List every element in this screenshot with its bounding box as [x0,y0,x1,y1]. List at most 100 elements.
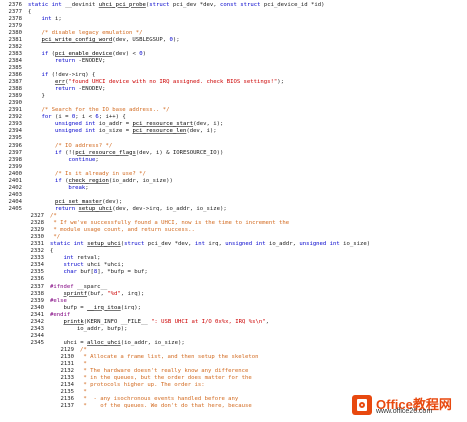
line-text: continue; [28,156,99,163]
code-token: return [54,57,76,64]
line-text: * protocols higher up. The order is: [80,382,205,389]
code-token: (dev, USBLEGSUP, [112,36,170,43]
code-token: ; [95,156,99,163]
code-token: (io_addr, io_size); [120,339,185,346]
code-token: buf[ [76,269,94,276]
line-text: * of the queues. We don't do that here, … [80,403,252,410]
code-token: pci_device_id *id) [260,1,325,8]
code-token: int [73,241,84,248]
code-token: * module usage count, and return success… [50,227,195,234]
line-text: * Allocate a frame list, and then setup … [80,354,259,360]
code-token: unsigned [299,241,327,248]
code-token: (dev, dev->irq, io_addr, io_size); [112,205,227,212]
code-token: io_size) [339,241,371,248]
code-token: int [51,1,62,8]
line-number: 2345 [30,339,44,346]
code-token: (dev) < [112,50,140,57]
code-token: -ENODEV; [75,57,106,64]
code-token: return [54,205,76,212]
line-text: } [28,93,45,100]
code-line: 2394 unsigned int io_size = pci_resource… [0,127,217,135]
code-token: int [329,241,340,248]
code-token: pci_write_config_word [41,36,113,43]
line-text: io_addr, bufp); [50,325,128,332]
code-token: ": USB UHCI at I/O 0x%x, IRQ %s\n" [151,318,266,325]
code-token: alloc_uhci [87,339,121,346]
watermark-url: www.office26.com [376,408,433,415]
office26-watermark: Office教程网 www.office26.com [352,393,465,419]
code-token: io_size = [95,128,133,135]
line-text: return setup_uhci(dev, dev->irq, io_addr… [28,206,227,212]
line-number: 2405 [8,205,22,212]
line-text: char buf[8], *bufp = buf; [50,269,148,276]
line-text: pci_write_config_word(dev, USBLEGSUP, 0)… [28,36,180,43]
code-token: int [194,241,205,248]
code-token: io_addr, [265,241,300,248]
line-number: 2137 [60,403,74,410]
code-token: } [28,93,45,100]
code-token: __devinit [61,1,99,8]
code-token: unsigned [225,241,253,248]
code-token: ) [142,50,146,57]
line-text: * module usage count, and return success… [50,227,195,234]
code-token: struct [124,241,145,248]
code-token: -ENODEV; [75,86,106,93]
code-line: 2137 * of the queues. We don't do that h… [52,402,252,410]
line-text: break; [28,184,89,191]
code-token: pci_resource_len [132,128,187,135]
code-line: 2331 static int setup_uhci(struct pci_dev… [22,240,371,248]
code-token: * Allocate a frame list, and then setup … [80,354,259,360]
code-token: (buf, [87,290,108,297]
code-token: (irq); [120,304,141,311]
code-token: int [41,15,52,22]
line-text: return -ENODEV; [28,57,106,64]
code-token: (dev, i); [186,128,217,135]
code-token: ); [172,36,180,43]
code-token: struct [240,1,261,8]
code-token: int [85,128,96,135]
code-token: , [265,318,269,325]
code-token: return [54,86,76,93]
office-logo-icon [352,395,372,415]
code-token: int [255,241,266,248]
code-token: setup_uhci [87,241,121,248]
line-text: int i; [28,15,62,22]
code-token: * of the queues. We don't do that here, … [80,403,252,410]
code-token: ], *bufp = buf; [97,269,148,276]
line-text: static int __devinit uhci_pci_probe(stru… [28,2,324,8]
code-token: uhci_pci_probe [98,1,146,8]
code-token: sprintf [63,290,88,297]
code-token: break [68,184,86,191]
code-token: unsigned [54,128,82,135]
source-code-view: 2376 static int __devinit uhci_pci_probe(… [0,0,467,422]
code-token: pci_dev *dev, [169,1,221,8]
code-token: const [220,1,237,8]
code-token: "%d" [107,290,121,297]
code-token: ); [277,79,284,86]
line-text: static int setup_uhci(struct pci_dev *de… [50,241,370,247]
code-line: 2345 uhci = alloc_uhci(io_addr, io_size)… [22,339,185,347]
code-token: (dev, i) & IORESOURCE_IO)) [135,149,224,156]
code-token: struct [149,1,170,8]
code-token: irq, [205,241,226,248]
code-token: char [63,269,77,276]
code-token: pci_dev *dev, [144,241,195,248]
code-line: 2376 static int __devinit uhci_pci_probe(… [0,1,325,9]
code-token: i; [51,15,62,22]
code-token: __irq_itoa [87,304,121,311]
code-token: setup_uhci [78,205,113,212]
code-token: , irq); [120,290,145,297]
line-text: unsigned int io_size = pci_resource_len(… [28,128,217,134]
code-token: * protocols higher up. The order is: [80,382,205,389]
code-token: io_addr, bufp); [50,325,128,332]
code-token: ; [85,184,89,191]
code-token: continue [68,156,96,163]
code-token: (io_addr, io_size)) [108,177,173,184]
